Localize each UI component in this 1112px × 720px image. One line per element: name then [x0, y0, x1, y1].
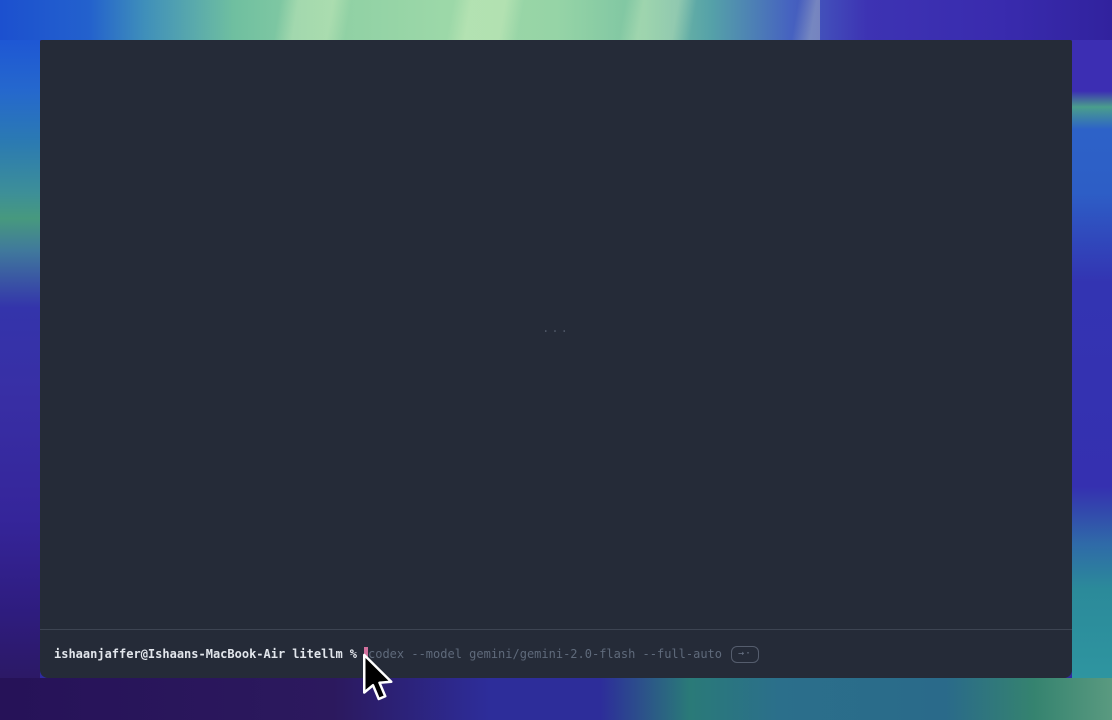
wallpaper-left-strip [0, 40, 40, 678]
tab-accept-hint-badge: →· [731, 646, 759, 663]
prompt-directory: litellm [292, 647, 343, 661]
terminal-window[interactable]: ... ishaanjaffer@Ishaans-MacBook-Air lit… [40, 40, 1072, 678]
desktop: ... ishaanjaffer@Ishaans-MacBook-Air lit… [0, 0, 1112, 720]
terminal-prompt-row[interactable]: ishaanjaffer@Ishaans-MacBook-Air litellm… [40, 630, 1072, 678]
wallpaper-bottom-strip [0, 678, 1112, 720]
prompt-user-host: ishaanjaffer@Ishaans-MacBook-Air [54, 647, 285, 661]
terminal-output-area: ... [40, 40, 1072, 629]
wallpaper-top-strip [0, 0, 1112, 40]
prompt-symbol: % [350, 647, 357, 661]
loading-ellipsis: ... [40, 321, 1072, 335]
mouse-arrow-cursor-icon [361, 653, 395, 703]
wallpaper-right-strip [1072, 40, 1112, 678]
autosuggestion-text[interactable]: codex --model gemini/gemini-2.0-flash --… [368, 647, 722, 661]
